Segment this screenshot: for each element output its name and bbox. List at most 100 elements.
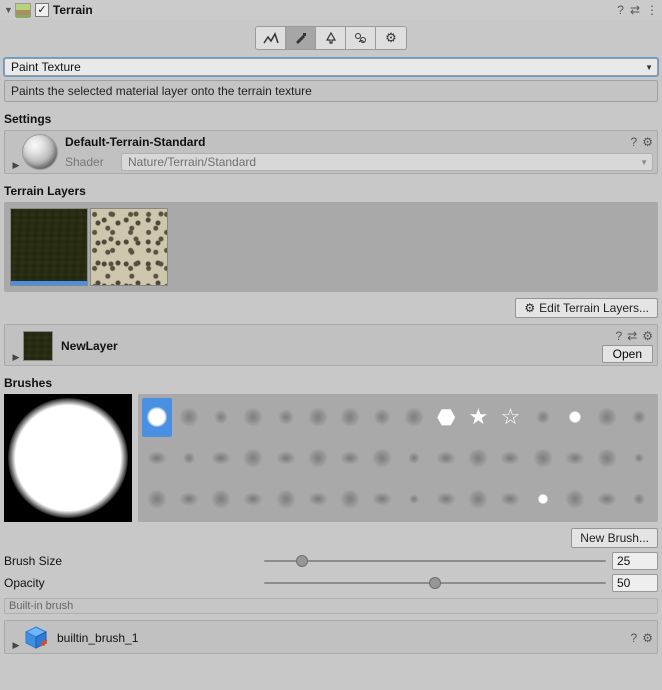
gear-icon[interactable]: ⚙ [642, 135, 653, 149]
brush-17[interactable] [174, 439, 204, 478]
brush-20[interactable] [271, 439, 301, 478]
gear-icon[interactable]: ⚙ [642, 631, 653, 645]
brush-4[interactable] [271, 398, 301, 437]
tool-details[interactable] [346, 27, 376, 49]
builtin-brush-label: Built-in brush [4, 598, 658, 614]
foldout-toggle[interactable]: ▼ [4, 5, 13, 15]
layer-name: NewLayer [61, 339, 118, 353]
layer-asset-box: ▶ NewLayer ? ⇄ ⚙ Open [4, 324, 658, 366]
terrain-layer-0[interactable] [10, 208, 88, 286]
brush-25[interactable] [431, 439, 461, 478]
help-icon[interactable]: ? [617, 3, 624, 17]
brush-preview [4, 394, 132, 522]
edit-terrain-layers-button[interactable]: ⚙ Edit Terrain Layers... [515, 298, 658, 318]
brush-46[interactable] [592, 479, 622, 518]
brush-39[interactable] [367, 479, 397, 518]
brush-34[interactable] [206, 479, 236, 518]
brush-size-slider[interactable] [264, 554, 606, 568]
terrain-toolbar: ⚙ [255, 26, 407, 50]
material-preview-icon [23, 135, 57, 169]
opacity-field[interactable]: 50 [612, 574, 658, 592]
shader-value: Nature/Terrain/Standard [128, 155, 256, 169]
brush-1[interactable] [174, 398, 204, 437]
help-icon[interactable]: ? [631, 135, 638, 149]
brush-35[interactable] [238, 479, 268, 518]
brush-30[interactable] [592, 439, 622, 478]
brush-44[interactable] [528, 479, 558, 518]
preset-icon[interactable]: ⇄ [627, 329, 637, 343]
brush-2[interactable] [206, 398, 236, 437]
brush-6[interactable] [335, 398, 365, 437]
brush-40[interactable] [399, 479, 429, 518]
shader-label: Shader [65, 155, 115, 169]
context-menu-icon[interactable]: ⋮ [646, 3, 658, 17]
brush-33[interactable] [174, 479, 204, 518]
shader-dropdown[interactable]: Nature/Terrain/Standard ▼ [121, 153, 653, 171]
brush-15[interactable] [624, 398, 654, 437]
brushes-header: Brushes [4, 376, 658, 390]
tool-trees[interactable] [316, 27, 346, 49]
layer-foldout[interactable]: ▶ [9, 352, 23, 363]
material-name: Default-Terrain-Standard [65, 135, 205, 149]
brush-26[interactable] [463, 439, 493, 478]
brush-11[interactable]: ☆ [495, 398, 525, 437]
edit-terrain-layers-label: Edit Terrain Layers... [539, 301, 649, 315]
brush-18[interactable] [206, 439, 236, 478]
brush-asset-box: ▶ builtin_brush_1 ? ⚙ [4, 620, 658, 654]
terrain-layer-1[interactable] [90, 208, 168, 286]
tool-paint[interactable] [286, 27, 316, 49]
help-icon[interactable]: ? [615, 329, 622, 343]
gear-icon: ⚙ [524, 301, 535, 315]
inspector-header: ▼ ✓ Terrain ? ⇄ ⋮ [0, 0, 662, 20]
brush-37[interactable] [303, 479, 333, 518]
brush-24[interactable] [399, 439, 429, 478]
chevron-down-icon: ▼ [645, 63, 653, 72]
brush-29[interactable] [560, 439, 590, 478]
brush-22[interactable] [335, 439, 365, 478]
brush-asset-foldout[interactable]: ▶ [9, 640, 23, 651]
brush-8[interactable] [399, 398, 429, 437]
brush-7[interactable] [367, 398, 397, 437]
brush-5[interactable] [303, 398, 333, 437]
opacity-slider[interactable] [264, 576, 606, 590]
paint-mode-dropdown[interactable]: Paint Texture ▼ [4, 58, 658, 76]
brush-27[interactable] [495, 439, 525, 478]
paint-mode-description: Paints the selected material layer onto … [4, 80, 658, 102]
layer-thumbnail [23, 331, 53, 361]
brush-13[interactable] [560, 398, 590, 437]
brush-41[interactable] [431, 479, 461, 518]
gear-icon[interactable]: ⚙ [642, 329, 653, 343]
brush-9[interactable] [431, 398, 461, 437]
open-layer-button[interactable]: Open [602, 345, 653, 363]
brush-21[interactable] [303, 439, 333, 478]
brush-12[interactable] [528, 398, 558, 437]
brush-43[interactable] [495, 479, 525, 518]
brush-32[interactable] [142, 479, 172, 518]
brush-10[interactable]: ★ [463, 398, 493, 437]
brush-42[interactable] [463, 479, 493, 518]
brush-16[interactable] [142, 439, 172, 478]
brush-23[interactable] [367, 439, 397, 478]
preset-icon[interactable]: ⇄ [630, 3, 640, 17]
brush-45[interactable] [560, 479, 590, 518]
brush-3[interactable] [238, 398, 268, 437]
material-foldout[interactable]: ▶ [9, 160, 23, 171]
brush-0[interactable] [142, 398, 172, 437]
terrain-layers-palette [4, 202, 658, 292]
tool-sculpt[interactable] [256, 27, 286, 49]
brush-19[interactable] [238, 439, 268, 478]
help-icon[interactable]: ? [631, 631, 638, 645]
gear-icon: ⚙ [385, 30, 397, 46]
brush-47[interactable] [624, 479, 654, 518]
brush-size-field[interactable]: 25 [612, 552, 658, 570]
enabled-checkbox[interactable]: ✓ [35, 3, 49, 17]
brush-38[interactable] [335, 479, 365, 518]
new-brush-button[interactable]: New Brush... [571, 528, 658, 548]
chevron-down-icon: ▼ [640, 158, 648, 167]
brush-31[interactable] [624, 439, 654, 478]
brush-asset-name: builtin_brush_1 [57, 631, 138, 645]
brush-28[interactable] [528, 439, 558, 478]
brush-36[interactable] [271, 479, 301, 518]
brush-14[interactable] [592, 398, 622, 437]
tool-settings[interactable]: ⚙ [376, 27, 406, 49]
